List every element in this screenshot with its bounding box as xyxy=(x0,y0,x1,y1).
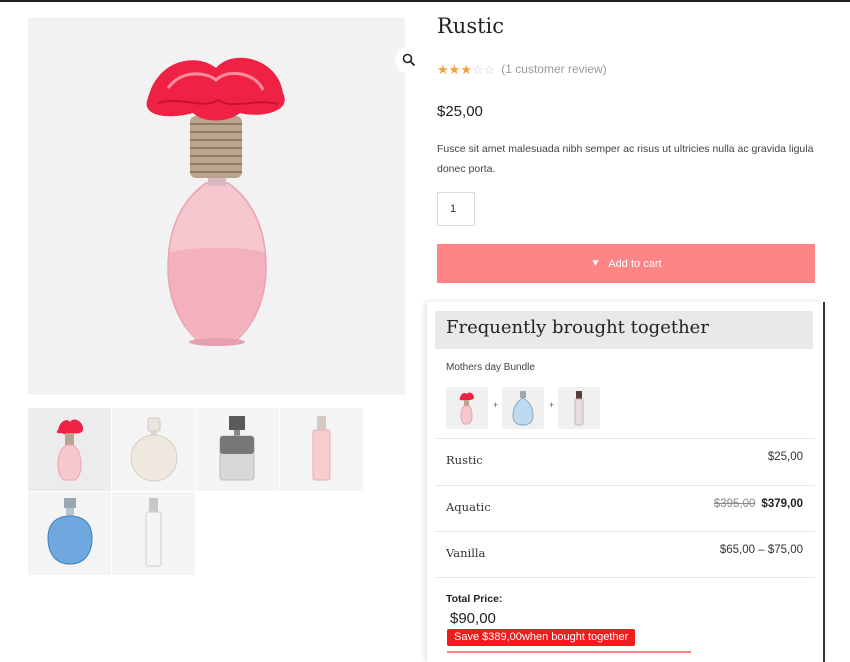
aquatic-bottle-image xyxy=(512,391,534,426)
star-icon: ★ xyxy=(448,61,461,77)
fbt-item-name: Aquatic xyxy=(446,500,491,514)
perfume-bottle-illustration xyxy=(146,57,285,346)
thumbnail-clear-slim-bottle[interactable] xyxy=(112,492,195,575)
sale-price: $379,00 xyxy=(761,498,803,510)
cart-icon: ▼ xyxy=(590,258,601,269)
star-icon: ☆ xyxy=(483,61,496,77)
thumbnail-round-pearl-bottle[interactable] xyxy=(112,408,195,491)
fbt-item-row[interactable]: Rustic $25,00 xyxy=(435,438,815,485)
black-cap-bottle-image xyxy=(219,416,255,481)
star-icon: ★ xyxy=(460,61,472,77)
product-description: Fusce sit amet malesuada nibh semper ac … xyxy=(437,143,814,175)
fbt-item-row[interactable]: Vanilla $65,00 – $75,00 xyxy=(435,531,815,578)
fbt-title: Frequently brought together xyxy=(446,317,709,338)
red-flower-bottle-image xyxy=(459,392,474,425)
fbt-item-price: $395,00 $379,00 xyxy=(714,498,803,510)
old-price: $395,00 xyxy=(713,498,756,510)
save-badge: Save $389,00when bought together xyxy=(447,629,636,646)
add-to-cart-button[interactable]: ▼ Add to cart xyxy=(437,244,815,283)
red-flower-bottle-image xyxy=(56,419,84,481)
add-to-cart-label: Add to cart xyxy=(608,257,662,270)
fbt-item-row[interactable]: Aquatic $395,00 $379,00 xyxy=(435,485,815,532)
blue-round-bottle-image xyxy=(47,498,93,565)
fbt-item-name: Rustic xyxy=(446,453,483,467)
product-price: $25,00 xyxy=(437,103,483,120)
thumbnail-pink-slim-bottle[interactable] xyxy=(280,408,363,491)
thumbnail-blue-round-bottle[interactable] xyxy=(28,492,111,575)
review-link[interactable]: (1 customer review) xyxy=(501,62,606,76)
price-range: $65,00 – $75,00 xyxy=(719,544,803,556)
product-title: Rustic xyxy=(437,14,505,38)
top-border xyxy=(0,0,850,2)
price: $25,00 xyxy=(767,451,803,463)
quantity-input[interactable]: 1 xyxy=(437,192,475,226)
product-rating[interactable]: ★ ★ ★ ☆ ☆ (1 customer review) xyxy=(437,62,607,76)
star-icon: ★ xyxy=(437,61,449,77)
add-bundle-button-edge[interactable] xyxy=(447,651,691,653)
bundle-thumb-vanilla[interactable] xyxy=(558,387,600,429)
total-price-value: $90,00 xyxy=(450,610,496,627)
search-icon xyxy=(402,53,416,67)
fbt-header: Frequently brought together xyxy=(435,311,813,349)
vanilla-bottle-image xyxy=(574,391,584,426)
total-price-label: Total Price: xyxy=(446,593,503,605)
thumbnail-black-cap-bottle[interactable] xyxy=(196,408,279,491)
fbt-item-name: Vanilla xyxy=(446,546,486,560)
zoom-button[interactable] xyxy=(395,46,423,74)
star-icon: ☆ xyxy=(471,61,484,77)
pink-slim-bottle-image xyxy=(312,416,331,481)
plus-icon: + xyxy=(549,400,555,410)
divider xyxy=(435,577,815,578)
thumbnail-red-flower-bottle[interactable] xyxy=(28,408,111,491)
frequently-bought-together-panel: Frequently brought together Mothers day … xyxy=(427,302,825,662)
round-pearl-bottle-image xyxy=(130,417,178,482)
fbt-item-price: $65,00 – $75,00 xyxy=(720,544,803,556)
plus-icon: + xyxy=(493,400,499,410)
clear-slim-bottle-image xyxy=(145,498,162,567)
main-product-image[interactable] xyxy=(28,18,423,395)
bundle-thumb-aquatic[interactable] xyxy=(502,387,544,429)
fbt-item-price: $25,00 xyxy=(768,451,803,463)
star-rating: ★ ★ ★ ☆ ☆ xyxy=(437,63,495,76)
bundle-name: Mothers day Bundle xyxy=(446,362,535,373)
bundle-thumb-rustic[interactable] xyxy=(446,387,488,429)
